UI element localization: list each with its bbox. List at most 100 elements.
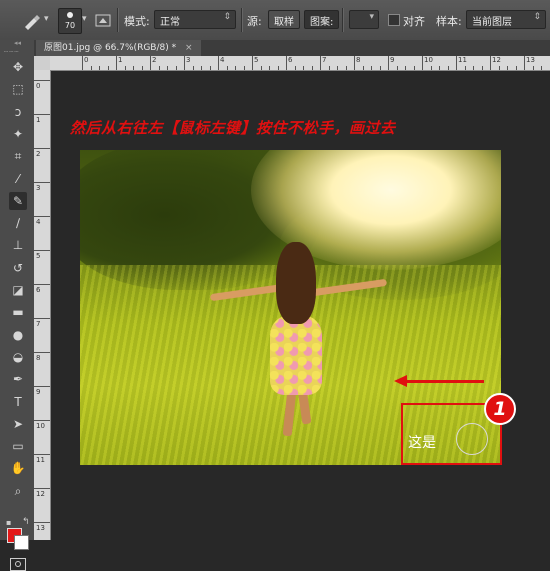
ruler-tick: [380, 66, 381, 70]
ruler-tick: [439, 66, 440, 70]
ruler-label: 6: [288, 56, 292, 64]
pattern-picker[interactable]: ▾: [349, 10, 379, 29]
aligned-label: 对齐: [403, 13, 425, 29]
close-icon[interactable]: ×: [185, 43, 193, 53]
ruler-tick: [414, 66, 415, 70]
healing-brush-tool-icon[interactable]: ✎: [9, 192, 27, 210]
highlight-label: 这是: [408, 432, 436, 452]
ruler-label: 12: [492, 56, 501, 64]
ruler-tick: [34, 80, 50, 81]
ruler-tick: [82, 56, 83, 70]
ruler-label: 0: [84, 56, 88, 64]
ruler-tick: [397, 66, 398, 70]
brush-dropdown-icon[interactable]: ▾: [82, 14, 87, 24]
ruler-label: 2: [36, 150, 40, 158]
ruler-tick: [244, 66, 245, 70]
ruler-tick: [125, 66, 126, 70]
ruler-tick: [456, 56, 457, 70]
ruler-tick: [34, 148, 50, 149]
shape-tool-icon[interactable]: ▭: [9, 437, 27, 455]
ruler-tick: [34, 250, 50, 251]
brush-panel-icon[interactable]: [95, 12, 111, 28]
background-color-swatch[interactable]: [14, 535, 29, 550]
sample-label: 样本:: [436, 13, 462, 29]
ruler-tick: [371, 66, 372, 70]
ruler-tick: [533, 66, 534, 70]
ruler-tick: [516, 66, 517, 70]
aligned-checkbox[interactable]: [388, 14, 400, 26]
ruler-tick: [167, 66, 168, 70]
sample-select[interactable]: 当前图层 ⇕: [466, 10, 546, 29]
ruler-tick: [295, 66, 296, 70]
vertical-ruler[interactable]: 012345678910111213: [34, 70, 51, 540]
ruler-tick: [34, 522, 50, 523]
sampled-button[interactable]: 取样: [268, 10, 300, 29]
document-title: 原图01.jpg @ 66.7%(RGB/8) *: [44, 43, 176, 53]
default-colors-icon[interactable]: ▪: [6, 518, 11, 527]
lasso-tool-icon[interactable]: ↄ: [9, 103, 27, 121]
quick-mask-icon[interactable]: [10, 558, 26, 571]
ruler-tick: [34, 182, 50, 183]
history-brush-tool-icon[interactable]: ↺: [9, 259, 27, 277]
document-tab[interactable]: 原图01.jpg @ 66.7%(RGB/8) * ×: [36, 40, 201, 56]
sample-value: 当前图层: [472, 17, 512, 28]
ruler-tick: [541, 66, 542, 70]
tool-preset-dropdown-icon[interactable]: ▾: [44, 14, 49, 24]
ruler-tick: [269, 66, 270, 70]
patch-tool-icon[interactable]: [22, 10, 42, 30]
eyedropper-tool-icon[interactable]: ⁄: [9, 170, 27, 188]
ruler-label: 12: [36, 490, 45, 498]
ruler-tick: [201, 66, 202, 70]
brush-size-picker[interactable]: 70: [58, 8, 82, 34]
ruler-tick: [34, 284, 50, 285]
collapse-panel-icon[interactable]: ◂◂: [14, 39, 21, 47]
hand-tool-icon[interactable]: ✋: [9, 459, 27, 477]
type-tool-icon[interactable]: T: [9, 393, 27, 411]
ruler-tick: [465, 66, 466, 70]
panel-grip-icon[interactable]: ┄┄┄: [4, 48, 20, 56]
ruler-label: 10: [36, 422, 45, 430]
brush-tool-icon[interactable]: ∕: [9, 214, 27, 232]
ruler-tick: [499, 66, 500, 70]
direction-arrow: [406, 380, 484, 383]
eraser-tool-icon[interactable]: ◪: [9, 281, 27, 299]
gradient-tool-icon[interactable]: ▬: [9, 303, 27, 321]
ruler-tick: [286, 56, 287, 70]
ruler-tick: [312, 66, 313, 70]
pattern-button[interactable]: 图案:: [304, 10, 339, 29]
ruler-tick: [150, 56, 151, 70]
pen-tool-icon[interactable]: ✒: [9, 370, 27, 388]
ruler-tick: [346, 66, 347, 70]
ruler-tick: [34, 114, 50, 115]
ruler-label: 6: [36, 286, 40, 294]
mode-select[interactable]: 正常 ⇕: [154, 10, 236, 29]
ruler-tick: [116, 56, 117, 70]
path-selection-tool-icon[interactable]: ➤: [9, 415, 27, 433]
ruler-label: 10: [424, 56, 433, 64]
ruler-origin[interactable]: [34, 56, 51, 71]
horizontal-ruler[interactable]: 012345678910111213: [50, 56, 550, 71]
ruler-tick: [507, 66, 508, 70]
ruler-tick: [159, 66, 160, 70]
swap-colors-icon[interactable]: ↰: [22, 517, 30, 527]
crop-tool-icon[interactable]: ⌗: [9, 147, 27, 165]
chevron-down-icon: ▾: [369, 12, 374, 22]
document-tab-bar: 原图01.jpg @ 66.7%(RGB/8) * ×: [34, 40, 550, 57]
magic-wand-tool-icon[interactable]: ✦: [9, 125, 27, 143]
ruler-label: 2: [152, 56, 156, 64]
clone-stamp-tool-icon[interactable]: ⊥: [9, 236, 27, 254]
ruler-label: 1: [118, 56, 122, 64]
ruler-tick: [99, 66, 100, 70]
move-tool-icon[interactable]: ✥: [9, 58, 27, 76]
ruler-tick: [34, 454, 50, 455]
ruler-tick: [34, 318, 50, 319]
ruler-tick: [210, 66, 211, 70]
dodge-tool-icon[interactable]: ◒: [9, 348, 27, 366]
blur-tool-icon[interactable]: ●: [9, 326, 27, 344]
ruler-tick: [278, 66, 279, 70]
ruler-label: 8: [356, 56, 360, 64]
ruler-label: 5: [36, 252, 40, 260]
zoom-tool-icon[interactable]: ⌕: [9, 482, 27, 500]
ruler-tick: [34, 420, 50, 421]
marquee-tool-icon[interactable]: ⬚: [9, 80, 27, 98]
